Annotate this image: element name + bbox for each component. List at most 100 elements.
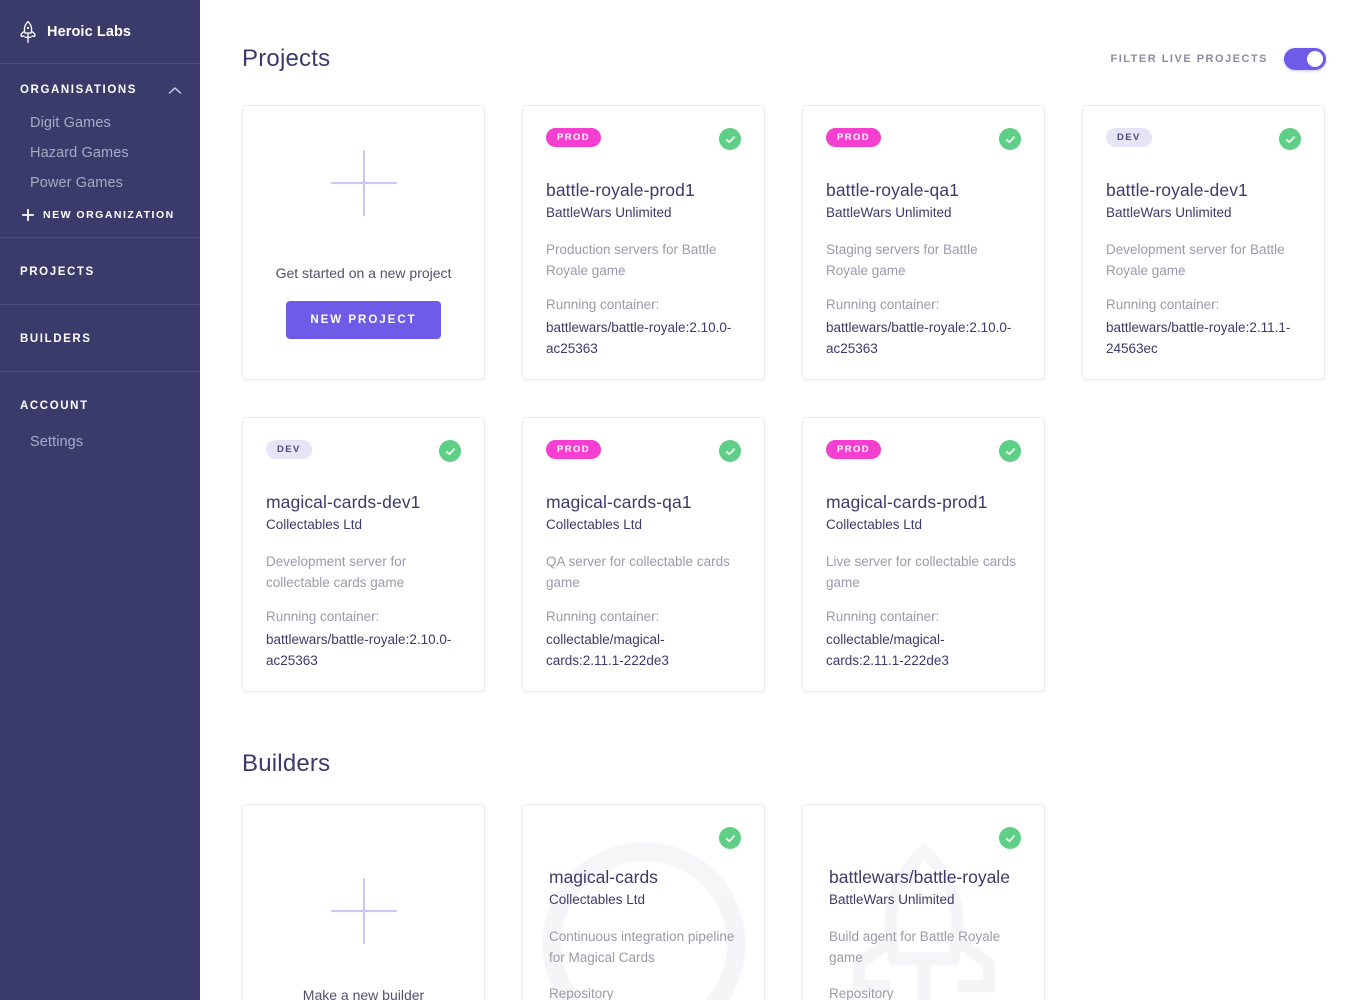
app-root: Heroic Labs ORGANISATIONS Digit Games Ha… — [0, 0, 1366, 1000]
environment-badge: PROD — [546, 440, 602, 459]
project-card-header: PROD — [546, 128, 741, 158]
project-description: Development server for collectable cards… — [266, 554, 407, 591]
container-label: Running container: — [1106, 297, 1220, 313]
check-circle-icon — [719, 440, 741, 462]
new-builder-card[interactable]: Make a new builder — [242, 804, 485, 1000]
project-name: battle-royale-prod1 — [546, 180, 695, 200]
project-card-header: PROD — [826, 128, 1021, 158]
project-card-header: DEV — [266, 440, 461, 470]
sidebar-section-organisations: ORGANISATIONS Digit Games Hazard Games P… — [0, 64, 200, 238]
filter-live-projects-control: FILTER LIVE PROJECTS — [1110, 47, 1326, 70]
project-card-header: DEV — [1106, 128, 1301, 158]
check-circle-icon — [439, 440, 461, 462]
container-value: battlewars/battle-royale:2.10.0-ac25363 — [826, 320, 1012, 357]
container-value: battlewars/battle-royale:2.10.0-ac25363 — [546, 320, 732, 357]
sidebar-projects-label: PROJECTS — [20, 266, 95, 278]
plus-icon — [330, 877, 397, 945]
check-circle-icon — [719, 827, 741, 849]
repository-label: Repository — [549, 986, 614, 1000]
sidebar-item-power-games[interactable]: Power Games — [0, 168, 200, 198]
container-label: Running container: — [826, 609, 940, 625]
project-card[interactable]: PROD magical-cards-prod1 Collectables Lt… — [802, 417, 1045, 692]
project-description: Production servers for Battle Royale gam… — [546, 242, 717, 279]
sidebar-item-digit-games[interactable]: Digit Games — [0, 108, 200, 138]
builder-card-body: magical-cards Collectables Ltd Continuou… — [546, 867, 741, 1000]
organisations-title: ORGANISATIONS — [20, 84, 138, 96]
sidebar-item-hazard-games[interactable]: Hazard Games — [0, 138, 200, 168]
builder-card[interactable]: magical-cards Collectables Ltd Continuou… — [522, 804, 765, 1000]
builders-section-title: Builders — [242, 750, 331, 777]
page-title: Projects — [242, 44, 331, 72]
project-org: BattleWars Unlimited — [1106, 205, 1232, 220]
new-project-button[interactable]: NEW PROJECT — [286, 300, 441, 339]
new-builder-text: Make a new builder — [302, 987, 425, 1000]
projects-grid: Get started on a new project NEW PROJECT… — [242, 105, 1326, 692]
project-description: Staging servers for Battle Royale game — [826, 242, 978, 279]
main-content: Projects FILTER LIVE PROJECTS Get starte… — [200, 0, 1366, 1000]
project-card-header: PROD — [826, 440, 1021, 470]
container-value: battlewars/battle-royale:2.11.1-24563ec — [1106, 320, 1291, 357]
plus-icon — [22, 209, 34, 221]
project-name: magical-cards-prod1 — [826, 492, 988, 512]
project-org: BattleWars Unlimited — [546, 205, 672, 220]
sidebar-item-settings[interactable]: Settings — [0, 420, 200, 457]
project-card[interactable]: DEV magical-cards-dev1 Collectables Ltd … — [242, 417, 485, 692]
filter-live-projects-label: FILTER LIVE PROJECTS — [1110, 52, 1268, 65]
new-project-text: Get started on a new project — [275, 264, 452, 281]
check-circle-icon — [999, 440, 1021, 462]
container-label: Running container: — [546, 297, 660, 313]
filter-live-projects-toggle[interactable] — [1284, 47, 1326, 70]
project-org: Collectables Ltd — [546, 517, 643, 532]
new-project-card[interactable]: Get started on a new project NEW PROJECT — [242, 105, 485, 380]
sidebar-item-builders[interactable]: BUILDERS — [0, 305, 200, 372]
environment-badge: DEV — [1106, 128, 1152, 147]
builder-card-header — [546, 827, 741, 857]
page-header: Projects FILTER LIVE PROJECTS — [242, 0, 1326, 105]
project-name: magical-cards-dev1 — [266, 492, 421, 512]
container-value: collectable/magical-cards:2.11.1-222de3 — [826, 632, 949, 669]
builder-card-body: battlewars/battle-royale BattleWars Unli… — [826, 867, 1021, 1000]
project-description: QA server for collectable cards game — [546, 554, 730, 591]
check-circle-icon — [999, 827, 1021, 849]
environment-badge: PROD — [826, 128, 882, 147]
project-name: battle-royale-qa1 — [826, 180, 960, 200]
builder-org: BattleWars Unlimited — [829, 892, 955, 907]
environment-badge: PROD — [826, 440, 882, 459]
plus-icon — [330, 149, 397, 216]
project-card-header: PROD — [546, 440, 741, 470]
check-circle-icon — [999, 128, 1021, 150]
builder-name: magical-cards — [549, 867, 658, 887]
sidebar: Heroic Labs ORGANISATIONS Digit Games Ha… — [0, 0, 200, 1000]
project-name: magical-cards-qa1 — [546, 492, 692, 512]
project-description: Live server for collectable cards game — [826, 554, 1016, 591]
project-org: Collectables Ltd — [826, 517, 923, 532]
container-label: Running container: — [266, 609, 380, 625]
toggle-knob — [1307, 50, 1323, 67]
project-card[interactable]: DEV battle-royale-dev1 BattleWars Unlimi… — [1082, 105, 1325, 380]
project-card[interactable]: PROD magical-cards-qa1 Collectables Ltd … — [522, 417, 765, 692]
environment-badge: DEV — [266, 440, 312, 459]
container-label: Running container: — [826, 297, 940, 313]
builder-card-header — [826, 827, 1021, 857]
check-circle-icon — [719, 128, 741, 150]
brand-name: Heroic Labs — [47, 23, 132, 40]
new-organization-button[interactable]: NEW ORGANIZATION — [0, 198, 200, 237]
sidebar-builders-label: BUILDERS — [20, 333, 92, 345]
project-description: Development server for Battle Royale gam… — [1106, 242, 1285, 279]
project-card[interactable]: PROD battle-royale-prod1 BattleWars Unli… — [522, 105, 765, 380]
builder-name: battlewars/battle-royale — [829, 867, 1010, 887]
container-label: Running container: — [546, 609, 660, 625]
sidebar-section-account: ACCOUNT — [0, 372, 200, 420]
builder-card[interactable]: battlewars/battle-royale BattleWars Unli… — [802, 804, 1045, 1000]
repository-label: Repository — [829, 986, 894, 1000]
project-org: Collectables Ltd — [266, 517, 363, 532]
new-organization-label: NEW ORGANIZATION — [43, 209, 175, 221]
chevron-up-icon[interactable] — [168, 86, 182, 95]
check-circle-icon — [1279, 128, 1301, 150]
project-card[interactable]: PROD battle-royale-qa1 BattleWars Unlimi… — [802, 105, 1045, 380]
builder-description: Continuous integration pipeline for Magi… — [549, 929, 735, 966]
organisations-header[interactable]: ORGANISATIONS — [0, 64, 200, 108]
sidebar-item-projects[interactable]: PROJECTS — [0, 238, 200, 305]
rocket-icon — [20, 20, 36, 43]
brand-header[interactable]: Heroic Labs — [0, 0, 200, 64]
